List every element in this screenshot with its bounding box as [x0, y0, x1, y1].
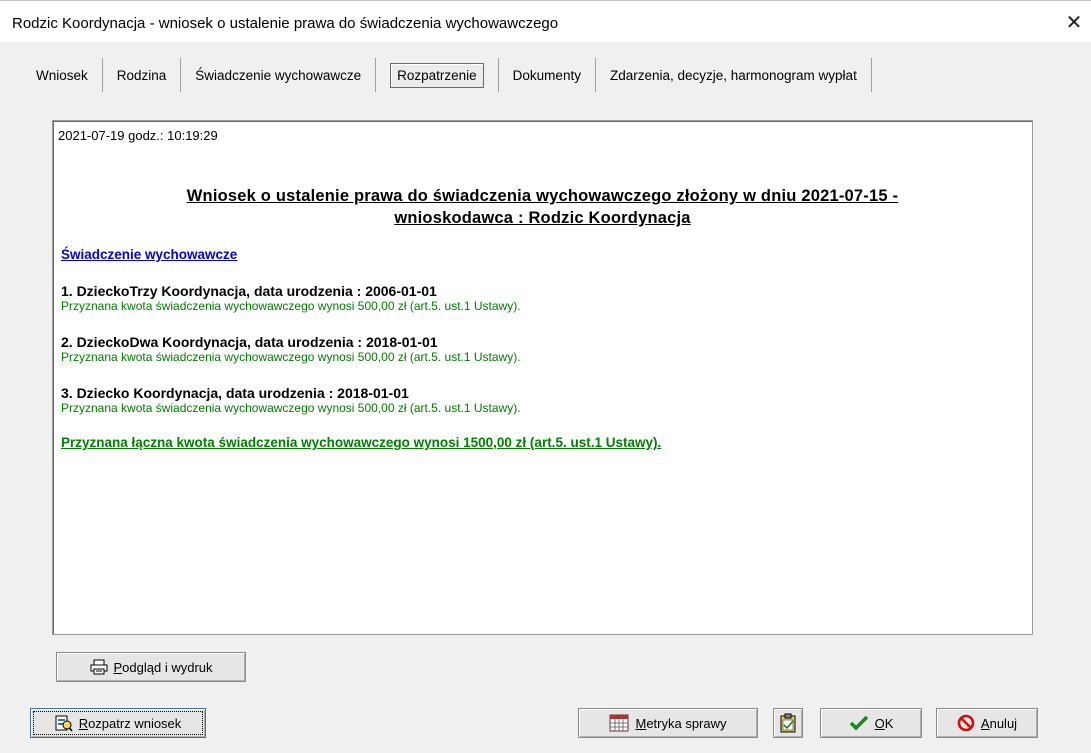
review-application-button[interactable]: Rozpatrz wniosek	[30, 708, 206, 738]
clipboard-button[interactable]	[773, 708, 803, 738]
child-benefit-note: Przyznana kwota świadczenia wychowawczeg…	[61, 350, 521, 364]
child-name: 1. DzieckoTrzy Koordynacja, data urodzen…	[61, 283, 437, 299]
ok-button[interactable]: OK	[820, 708, 922, 738]
total-benefit-summary: Przyznana łączna kwota świadczenia wycho…	[61, 435, 662, 450]
child-entry: 2. DzieckoDwa Koordynacja, data urodzeni…	[61, 334, 1024, 364]
child-benefit-note: Przyznana kwota świadczenia wychowawczeg…	[61, 401, 521, 415]
preview-print-button[interactable]: Podgląd i wydruk	[56, 652, 246, 682]
report-heading-line2: wnioskodawca : Rodzic Koordynacja	[394, 209, 691, 227]
report-timestamp: 2021-07-19 godz.: 10:19:29	[58, 128, 218, 143]
child-benefit-note: Przyznana kwota świadczenia wychowawczeg…	[61, 299, 521, 313]
cancel-button[interactable]: Anuluj	[936, 708, 1038, 738]
section-link-swiadczenie[interactable]: Świadczenie wychowawcze	[61, 247, 237, 262]
document-review-icon	[55, 714, 73, 732]
child-entry: 3. Dziecko Koordynacja, data urodzenia :…	[61, 385, 1024, 415]
cancel-icon	[957, 714, 975, 732]
printer-icon	[90, 659, 108, 675]
calendar-icon	[609, 714, 629, 732]
tab-swiadczenie-wychowawcze[interactable]: Świadczenie wychowawcze	[181, 58, 377, 92]
window-title: Rodzic Koordynacja - wniosek o ustalenie…	[12, 15, 559, 32]
case-metrics-button[interactable]: Metryka sprawy	[578, 708, 758, 738]
tab-bar: Wniosek Rodzina Świadczenie wychowawcze …	[0, 58, 1091, 92]
tab-dokumenty[interactable]: Dokumenty	[499, 58, 596, 92]
tab-rodzina[interactable]: Rodzina	[103, 58, 182, 92]
close-button[interactable]: ✕	[1063, 13, 1085, 35]
tab-wniosek[interactable]: Wniosek	[0, 58, 103, 92]
child-entry: 1. DzieckoTrzy Koordynacja, data urodzen…	[61, 283, 1024, 313]
tab-rozpatrzenie[interactable]: Rozpatrzenie	[376, 58, 499, 92]
child-name: 2. DzieckoDwa Koordynacja, data urodzeni…	[61, 334, 438, 350]
tab-zdarzenia-decyzje[interactable]: Zdarzenia, decyzje, harmonogram wypłat	[596, 58, 872, 92]
child-name: 3. Dziecko Koordynacja, data urodzenia :…	[61, 385, 409, 401]
clipboard-icon	[779, 713, 797, 733]
report-heading-line1: Wniosek o ustalenie prawa do świadczenia…	[186, 187, 899, 205]
title-bar: Rodzic Koordynacja - wniosek o ustalenie…	[0, 0, 1091, 42]
dialog-window: Rodzic Koordynacja - wniosek o ustalenie…	[0, 0, 1091, 753]
report-heading: Wniosek o ustalenie prawa do świadczenia…	[61, 185, 1024, 229]
report-panel[interactable]: 2021-07-19 godz.: 10:19:29 Wniosek o ust…	[52, 120, 1033, 635]
checkmark-icon	[849, 715, 869, 731]
